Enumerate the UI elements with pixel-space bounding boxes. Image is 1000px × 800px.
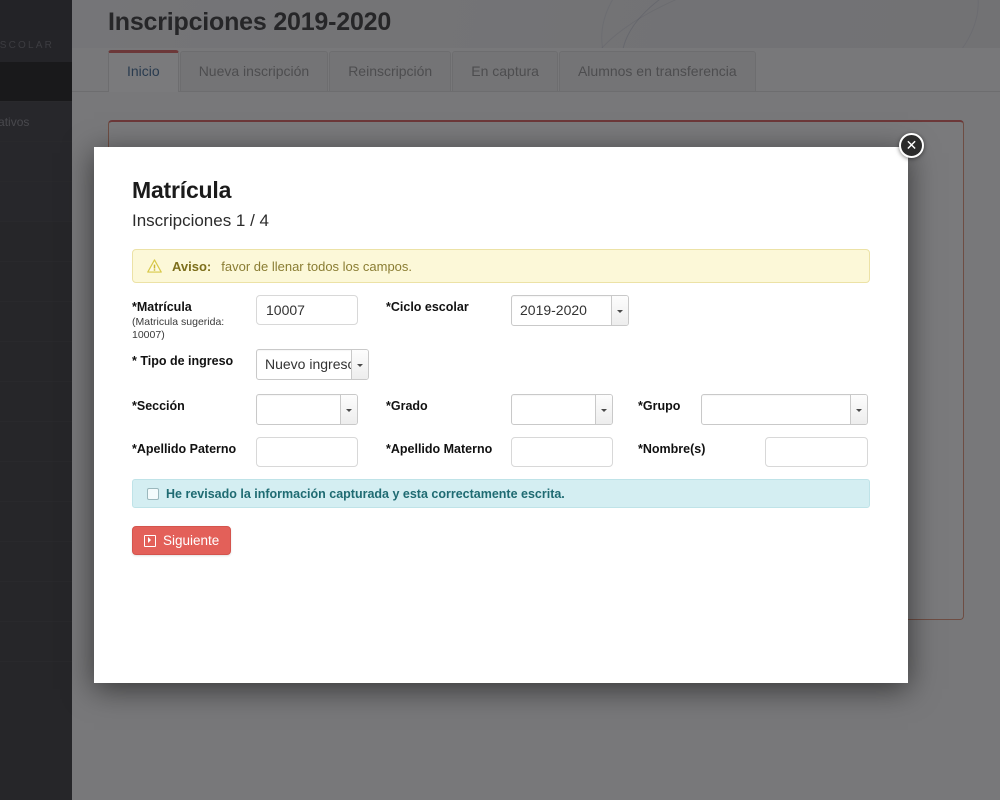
form-row-4: *Apellido Paterno *Apellido Materno *Nom…	[132, 437, 870, 468]
form-row-3: *Sección *Grado *Grupo	[132, 394, 870, 426]
warning-triangle-icon	[147, 259, 162, 273]
ciclo-escolar-select[interactable]: 2019-2020	[511, 295, 629, 326]
siguiente-button[interactable]: Siguiente	[132, 526, 232, 556]
inscripcion-form: *Matrícula (Matricula sugerida: 10007) *…	[132, 295, 870, 556]
matricula-label: *Matrícula (Matricula sugerida: 10007)	[132, 295, 256, 341]
chevron-down-icon	[351, 350, 368, 380]
modal-subtitle: Inscripciones 1 / 4	[132, 211, 270, 230]
apellido-paterno-input[interactable]	[256, 437, 358, 468]
form-row-1: *Matrícula (Matricula sugerida: 10007) *…	[132, 295, 870, 341]
chevron-down-icon	[611, 296, 628, 325]
matricula-label-text: *Matrícula	[132, 300, 192, 314]
close-icon[interactable]: ✕	[899, 133, 924, 158]
ciclo-escolar-label: *Ciclo escolar	[386, 300, 469, 314]
tipo-ingreso-select[interactable]: Nuevo ingreso	[256, 349, 369, 381]
confirm-checkbox-label: He revisado la información capturada y e…	[166, 486, 565, 501]
tipo-ingreso-label: * Tipo de ingreso	[132, 354, 234, 369]
app-root: SISTEMA CONTROL ESCOLAR Inscripciones Da…	[0, 0, 1000, 800]
apellido-materno-label: *Apellido Materno	[386, 442, 493, 457]
grupo-select[interactable]	[701, 394, 868, 426]
confirm-checkbox[interactable]	[147, 487, 159, 500]
matricula-modal: ✕ Matrícula Inscripciones 1 / 4 Aviso: f…	[94, 133, 924, 683]
apellido-paterno-label: *Apellido Paterno	[132, 442, 237, 457]
chevron-down-icon	[850, 395, 867, 425]
warning-alert-strong: Aviso:	[172, 258, 212, 274]
chevron-down-icon	[595, 395, 612, 425]
apellido-materno-input[interactable]	[511, 437, 613, 468]
warning-alert-message: favor de llenar todos los campos.	[221, 258, 413, 274]
matricula-input[interactable]	[256, 295, 358, 325]
grupo-label: *Grupo	[638, 399, 681, 414]
seccion-select[interactable]	[256, 394, 358, 426]
grupo-value	[702, 395, 867, 424]
form-row-2: * Tipo de ingreso Nuevo ingreso	[132, 349, 870, 381]
seccion-label: *Sección	[132, 399, 185, 414]
step-forward-icon	[144, 534, 156, 547]
modal-body: Matrícula Inscripciones 1 / 4 Aviso: fav…	[94, 147, 908, 556]
grado-label: *Grado	[386, 399, 428, 414]
modal-title: Matrícula	[132, 177, 232, 203]
chevron-down-icon	[340, 395, 357, 425]
grado-select[interactable]	[511, 394, 613, 426]
nombres-label: *Nombre(s)	[638, 442, 706, 457]
confirm-info-box[interactable]: He revisado la información capturada y e…	[132, 479, 870, 509]
nombres-input[interactable]	[765, 437, 868, 468]
siguiente-button-label: Siguiente	[163, 533, 220, 549]
warning-alert: Aviso: favor de llenar todos los campos.	[132, 249, 870, 283]
matricula-hint: (Matricula sugerida: 10007)	[132, 315, 225, 341]
